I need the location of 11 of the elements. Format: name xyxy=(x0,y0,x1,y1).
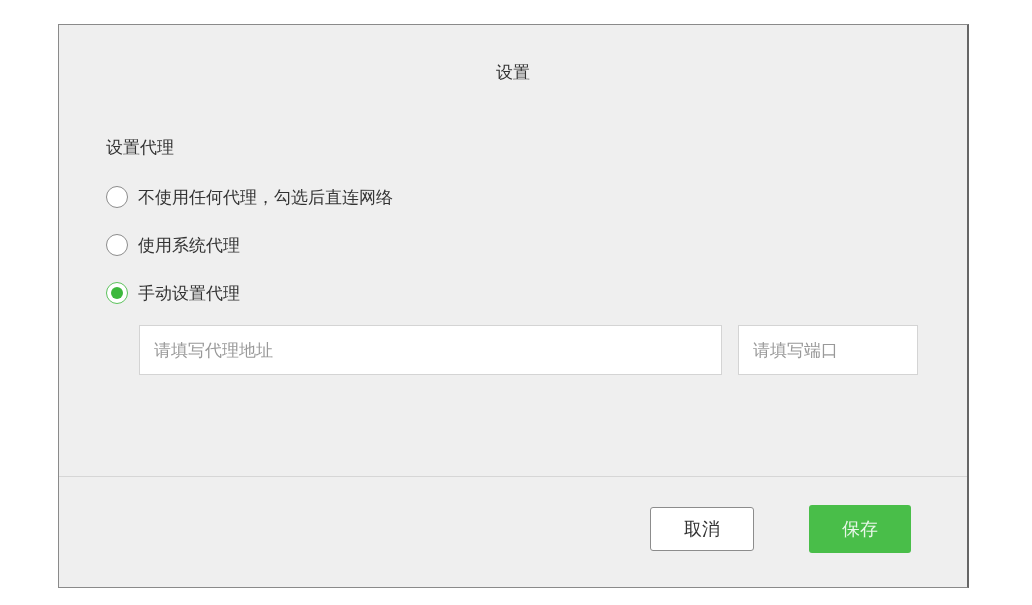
option-label[interactable]: 手动设置代理 xyxy=(138,281,240,305)
option-label[interactable]: 使用系统代理 xyxy=(138,233,240,257)
port-input-field[interactable]: 请填写端口 xyxy=(738,325,918,375)
cancel-button[interactable]: 取消 xyxy=(650,507,754,551)
dialog-title: 设置 xyxy=(495,61,531,84)
radio-button[interactable] xyxy=(106,282,128,304)
option-label[interactable]: 不使用任何代理，勾选后直连网络 xyxy=(138,185,393,209)
radio-button[interactable] xyxy=(106,186,128,208)
address-input-field[interactable]: 请填写代理地址 xyxy=(139,325,722,375)
radio-button[interactable] xyxy=(106,234,128,256)
section-label: 设置代理 xyxy=(106,136,175,159)
